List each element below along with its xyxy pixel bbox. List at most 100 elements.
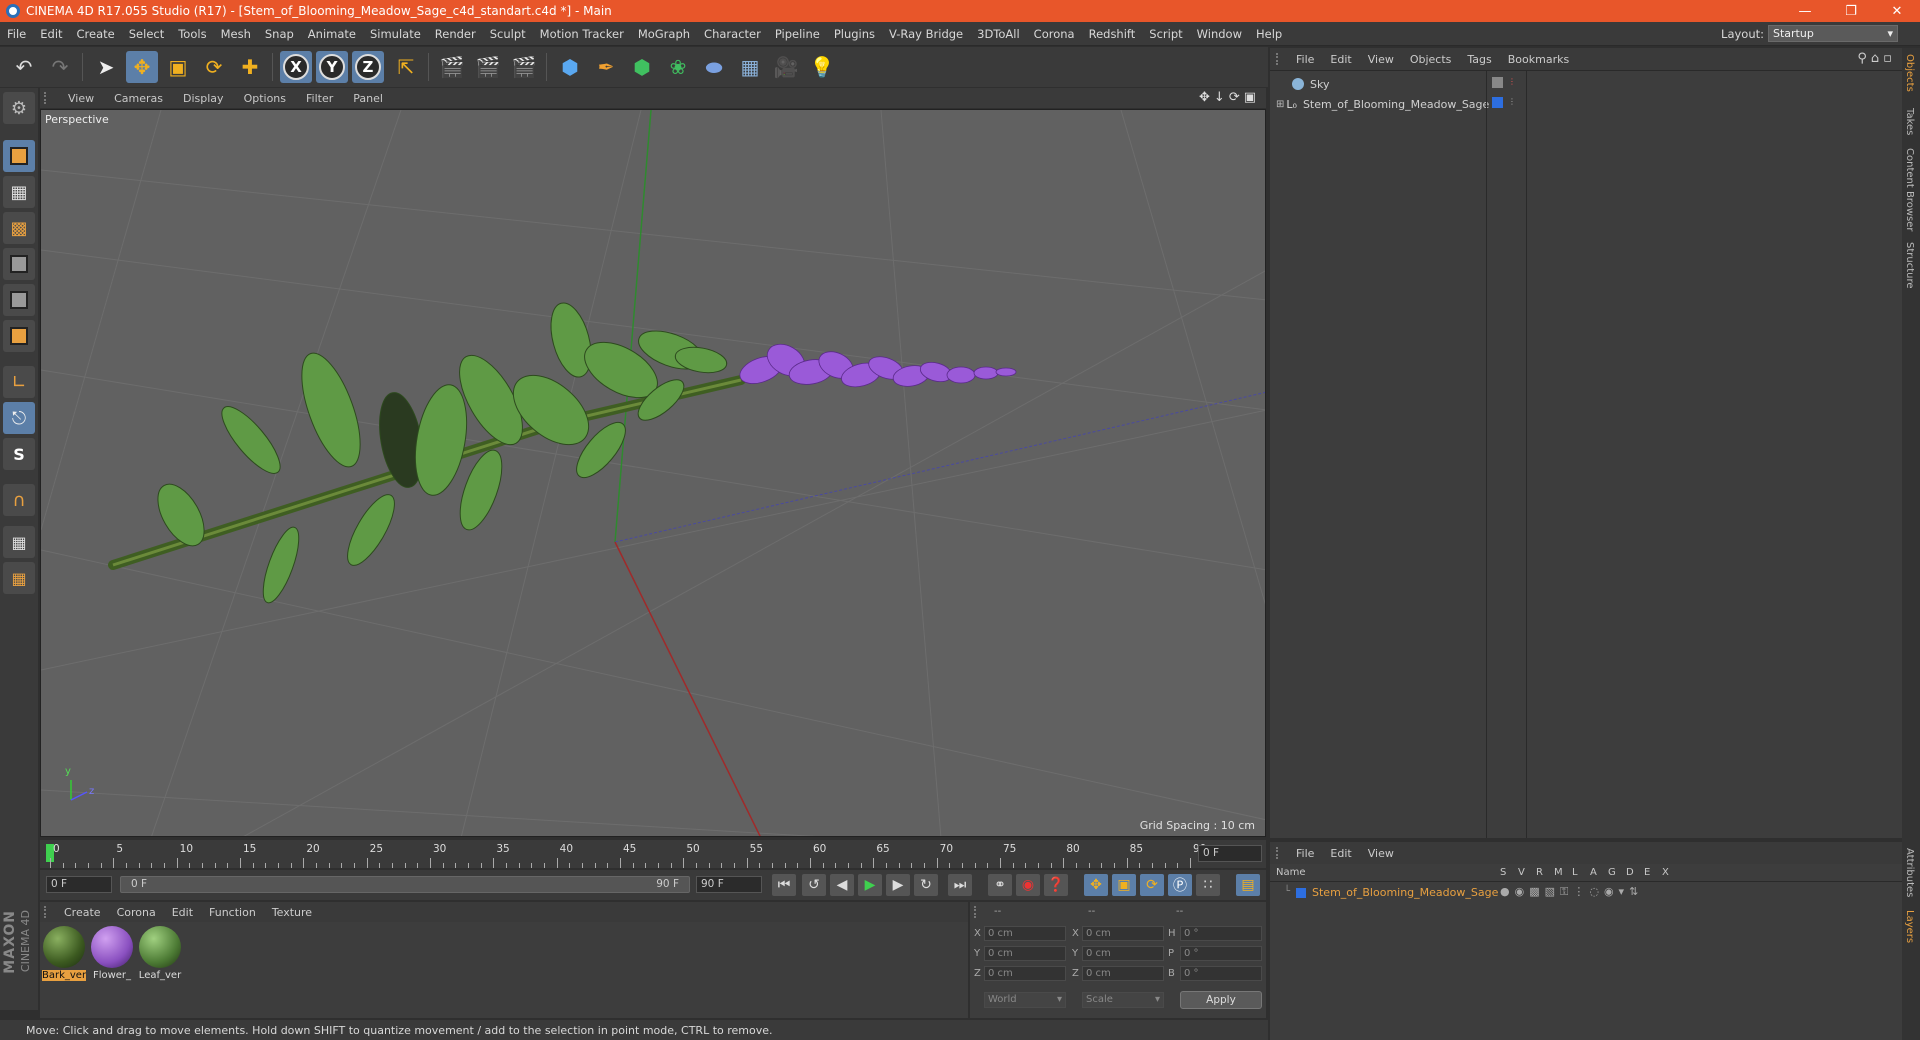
restore-icon[interactable]: ❐ <box>1828 0 1874 22</box>
play-button[interactable]: ▶ <box>858 874 882 896</box>
mat-menu-create[interactable]: Create <box>56 906 109 919</box>
x-axis-button[interactable]: X <box>280 51 312 83</box>
menu-render[interactable]: Render <box>428 27 483 41</box>
menu-pipeline[interactable]: Pipeline <box>768 27 827 41</box>
add-floor-button[interactable]: ▦ <box>734 51 766 83</box>
menu-tools[interactable]: Tools <box>171 27 213 41</box>
menu-create[interactable]: Create <box>70 27 122 41</box>
menu-simulate[interactable]: Simulate <box>363 27 428 41</box>
size-z-field[interactable]: 0 cm <box>1082 966 1164 981</box>
visibility-dots-icon[interactable]: ⋮ <box>1508 97 1516 106</box>
menu-snap[interactable]: Snap <box>258 27 301 41</box>
key-position-button[interactable]: ✥ <box>1084 874 1108 896</box>
timeline-window-button[interactable]: ▤ <box>1236 874 1260 896</box>
frame-range-slider[interactable]: 0 F 90 F <box>120 876 690 893</box>
viewport-menu-view[interactable]: View <box>58 92 104 105</box>
end-frame-field[interactable]: 90 F <box>696 876 762 893</box>
obj-search-home-icons[interactable]: ⚲⌂▫ <box>1857 51 1896 66</box>
menu-script[interactable]: Script <box>1142 27 1189 41</box>
keyframe-selection-button[interactable]: ❓ <box>1044 874 1068 896</box>
expand-icon[interactable]: ⊞ <box>1276 99 1284 110</box>
menu-plugins[interactable]: Plugins <box>827 27 882 41</box>
sky-layer-tag[interactable] <box>1492 77 1503 88</box>
tab-layers[interactable]: Layers <box>1904 910 1915 943</box>
menu-edit[interactable]: Edit <box>33 27 69 41</box>
timeline-ruler[interactable]: 051015202530354045505560657075808590 0 F <box>40 840 1266 868</box>
key-pla-button[interactable]: ∷ <box>1196 874 1220 896</box>
prev-key-button[interactable]: ↺ <box>802 874 826 896</box>
menu-mesh[interactable]: Mesh <box>214 27 258 41</box>
tab-takes[interactable]: Takes <box>1904 108 1915 135</box>
obj-menu-bookmarks[interactable]: Bookmarks <box>1500 53 1577 66</box>
mat-menu-edit[interactable]: Edit <box>164 906 201 919</box>
key-rotation-button[interactable]: ⟳ <box>1140 874 1164 896</box>
render-view-button[interactable]: 🎬 <box>436 51 468 83</box>
menu-character[interactable]: Character <box>697 27 768 41</box>
go-to-start-button[interactable]: ⏮ <box>772 874 796 896</box>
material-swatch[interactable]: Flower_ <box>90 926 134 981</box>
size-y-field[interactable]: 0 cm <box>1082 946 1164 961</box>
apply-button[interactable]: Apply <box>1180 991 1262 1009</box>
3d-viewport[interactable]: Perspective y z Grid Spacing : 10 cm <box>40 109 1266 837</box>
layer-menu-edit[interactable]: Edit <box>1322 847 1359 860</box>
object-row-sky[interactable]: Sky <box>1276 75 1329 93</box>
menu-help[interactable]: Help <box>1249 27 1289 41</box>
minimize-icon[interactable]: — <box>1782 0 1828 22</box>
undo-button[interactable]: ↶ <box>8 51 40 83</box>
move-tool-button[interactable]: ✥ <box>126 51 158 83</box>
rotation-h-field[interactable]: 0 ° <box>1180 926 1262 941</box>
size-mode-select[interactable]: Scale ▾ <box>1082 992 1164 1008</box>
current-frame-field[interactable]: 0 F <box>1198 845 1262 862</box>
axis-mode-button[interactable]: ∟ <box>3 366 35 398</box>
workplane-mode-button[interactable]: ▩ <box>3 212 35 244</box>
menu-sculpt[interactable]: Sculpt <box>483 27 533 41</box>
obj-menu-file[interactable]: File <box>1288 53 1322 66</box>
menu-vray-bridge[interactable]: V-Ray Bridge <box>882 27 970 41</box>
layer-color-swatch[interactable] <box>1296 888 1306 898</box>
mat-menu-corona[interactable]: Corona <box>109 906 164 919</box>
add-pen-button[interactable]: ✒ <box>590 51 622 83</box>
menu-redshift[interactable]: Redshift <box>1082 27 1143 41</box>
add-camera-button[interactable]: 🎥 <box>770 51 802 83</box>
polygons-mode-button[interactable] <box>3 320 35 352</box>
add-cube-button[interactable]: ⬢ <box>554 51 586 83</box>
obj-menu-tags[interactable]: Tags <box>1459 53 1499 66</box>
add-light-button[interactable]: 💡 <box>806 51 838 83</box>
tab-attributes[interactable]: Attributes <box>1904 848 1915 897</box>
viewport-menu-panel[interactable]: Panel <box>343 92 393 105</box>
menu-select[interactable]: Select <box>122 27 171 41</box>
position-x-field[interactable]: 0 cm <box>984 926 1066 941</box>
coord-system-select[interactable]: World ▾ <box>984 992 1066 1008</box>
key-scale-button[interactable]: ▣ <box>1112 874 1136 896</box>
viewport-menu-display[interactable]: Display <box>173 92 234 105</box>
position-y-field[interactable]: 0 cm <box>984 946 1066 961</box>
layer-menu-file[interactable]: File <box>1288 847 1322 860</box>
obj-menu-objects[interactable]: Objects <box>1402 53 1460 66</box>
snap-button[interactable]: ∩ <box>3 484 35 516</box>
tab-objects[interactable]: Objects <box>1904 54 1915 92</box>
size-x-field[interactable]: 0 cm <box>1082 926 1164 941</box>
tweak-mode-button[interactable]: ⎋ <box>3 402 35 434</box>
viewport-menu-options[interactable]: Options <box>234 92 296 105</box>
object-row-stem[interactable]: ⊞ L₀ Stem_of_Blooming_Meadow_Sage <box>1276 95 1489 113</box>
layer-toggle-icons[interactable]: ●◉▩▧⚿⋮◌◉▾⇅ <box>1500 885 1643 899</box>
go-to-end-button[interactable]: ⏭ <box>948 874 972 896</box>
add-deformer-button[interactable]: ⬬ <box>698 51 730 83</box>
workplane-lock-button[interactable]: ▦ <box>3 526 35 558</box>
model-mode-button[interactable] <box>3 140 35 172</box>
mat-menu-function[interactable]: Function <box>201 906 264 919</box>
rotate-tool-button[interactable]: ⟳ <box>198 51 230 83</box>
scale-tool-button[interactable]: ▣ <box>162 51 194 83</box>
layout-select[interactable]: Startup ▾ <box>1768 25 1898 42</box>
next-key-button[interactable]: ↻ <box>914 874 938 896</box>
menu-mograph[interactable]: MoGraph <box>631 27 697 41</box>
menu-animate[interactable]: Animate <box>301 27 363 41</box>
next-frame-button[interactable]: ▶ <box>886 874 910 896</box>
y-axis-button[interactable]: Y <box>316 51 348 83</box>
close-icon[interactable]: ✕ <box>1874 0 1920 22</box>
edit-render-settings-button[interactable]: 🎬 <box>508 51 540 83</box>
tab-content-browser[interactable]: Content Browser <box>1904 148 1915 231</box>
live-selection-button[interactable]: ➤ <box>90 51 122 83</box>
solo-button[interactable]: S <box>3 438 35 470</box>
layer-row[interactable]: └ Stem_of_Blooming_Meadow_Sage ●◉▩▧⚿⋮◌◉▾… <box>1270 884 1902 902</box>
